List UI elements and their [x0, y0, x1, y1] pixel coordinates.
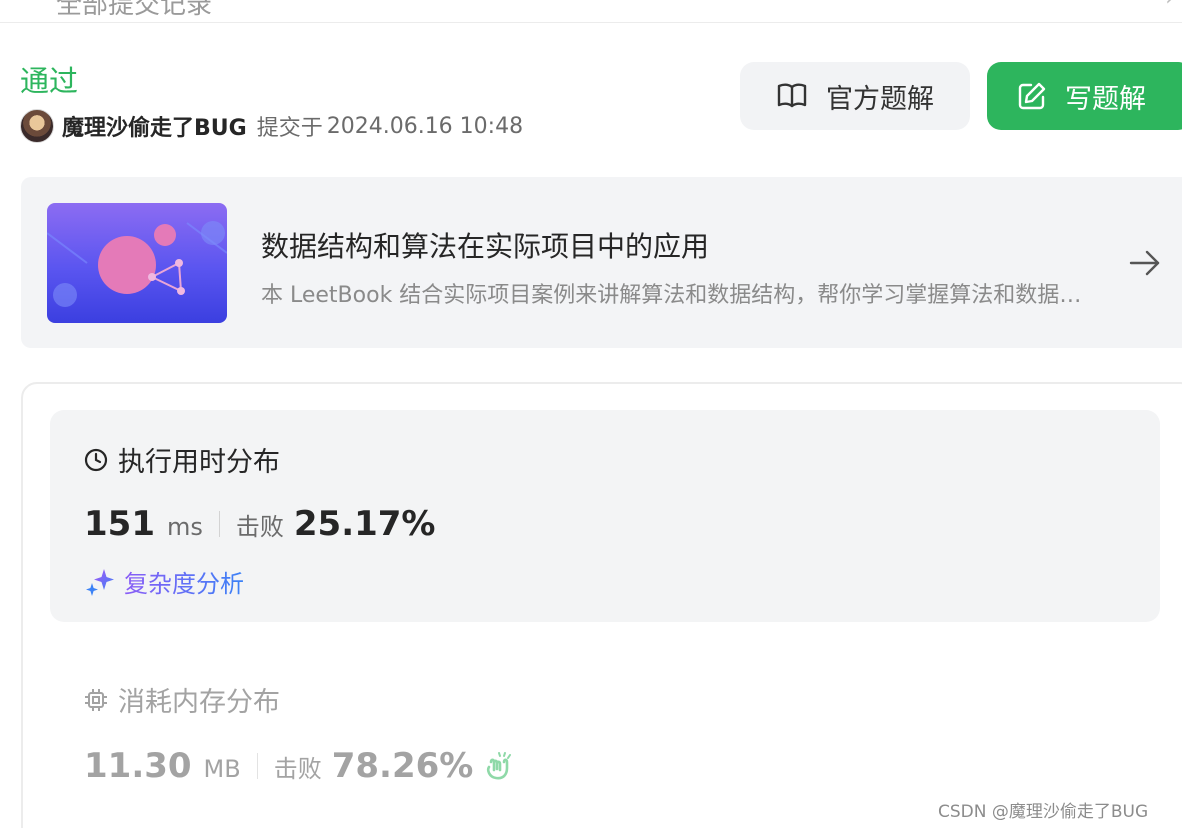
memory-unit: MB — [203, 755, 241, 783]
chip-icon — [85, 688, 107, 711]
pencil-edit-icon — [1018, 82, 1046, 110]
complexity-analysis-link[interactable]: 复杂度分析 — [84, 564, 244, 599]
leetbook-cover — [47, 203, 227, 323]
avatar[interactable] — [20, 109, 54, 143]
runtime-card[interactable]: 执行用时分布 151 ms 击败 25.17% 复杂度分析 — [50, 410, 1160, 622]
author-name[interactable]: 魔理沙偷走了BUG — [62, 110, 247, 142]
memory-beat-value: 78.26% — [331, 746, 474, 786]
leetbook-title[interactable]: 数据结构和算法在实际项目中的应用 — [261, 225, 709, 265]
metric-divider — [218, 511, 220, 537]
official-solution-button[interactable]: 官方题解 — [740, 62, 970, 130]
complexity-analysis-label: 复杂度分析 — [124, 564, 244, 599]
leetbook-card[interactable]: 数据结构和算法在实际项目中的应用 本 LeetBook 结合实际项目案例来讲解算… — [21, 177, 1182, 348]
runtime-metrics: 151 ms 击败 25.17% — [84, 504, 436, 544]
submissions-header: 全部提交记录 › — [0, 0, 1182, 23]
runtime-heading: 执行用时分布 — [84, 440, 280, 479]
chevron-icon[interactable]: › — [1165, 0, 1174, 11]
submitted-time: 2024.06.16 10:48 — [326, 113, 524, 139]
memory-beat-label: 击败 — [273, 755, 322, 783]
runtime-value: 151 — [84, 504, 155, 544]
leetbook-cover-art — [47, 221, 227, 307]
submission-detail-page: 全部提交记录 › 通过 魔理沙偷走了BUG 提交于 2024.06.16 10:… — [0, 0, 1182, 828]
sparkle-icon — [86, 568, 114, 596]
write-solution-button[interactable]: 写题解 — [987, 62, 1182, 130]
arrow-right-icon[interactable] — [1128, 249, 1162, 277]
runtime-beat-label: 击败 — [235, 513, 284, 541]
runtime-heading-label: 执行用时分布 — [118, 447, 280, 478]
clock-icon — [84, 448, 108, 471]
author-row: 魔理沙偷走了BUG 提交于 2024.06.16 10:48 — [20, 108, 523, 144]
memory-heading-label: 消耗内存分布 — [118, 687, 280, 718]
memory-value: 11.30 — [84, 746, 192, 786]
runtime-unit: ms — [166, 513, 203, 541]
submission-status: 通过 — [20, 64, 79, 98]
write-solution-label: 写题解 — [1065, 83, 1146, 115]
clapping-hands-icon — [487, 752, 512, 780]
watermark: CSDN @魔理沙偷走了BUG — [938, 802, 1149, 822]
runtime-beat-value: 25.17% — [293, 504, 436, 544]
performance-panel: 执行用时分布 151 ms 击败 25.17% 复杂度分析 消耗内存分布 11.… — [21, 382, 1182, 828]
official-solution-label: 官方题解 — [826, 83, 934, 115]
open-book-icon — [777, 83, 807, 108]
leetbook-description: 本 LeetBook 结合实际项目案例来讲解算法和数据结构，帮你学习掌握算法和数… — [261, 283, 1091, 308]
memory-metrics[interactable]: 11.30 MB 击败 78.26% — [84, 746, 515, 786]
memory-heading[interactable]: 消耗内存分布 — [84, 680, 280, 719]
metric-divider — [256, 753, 258, 779]
header-title[interactable]: 全部提交记录 — [56, 0, 212, 21]
submitted-label: 提交于 — [256, 116, 323, 141]
